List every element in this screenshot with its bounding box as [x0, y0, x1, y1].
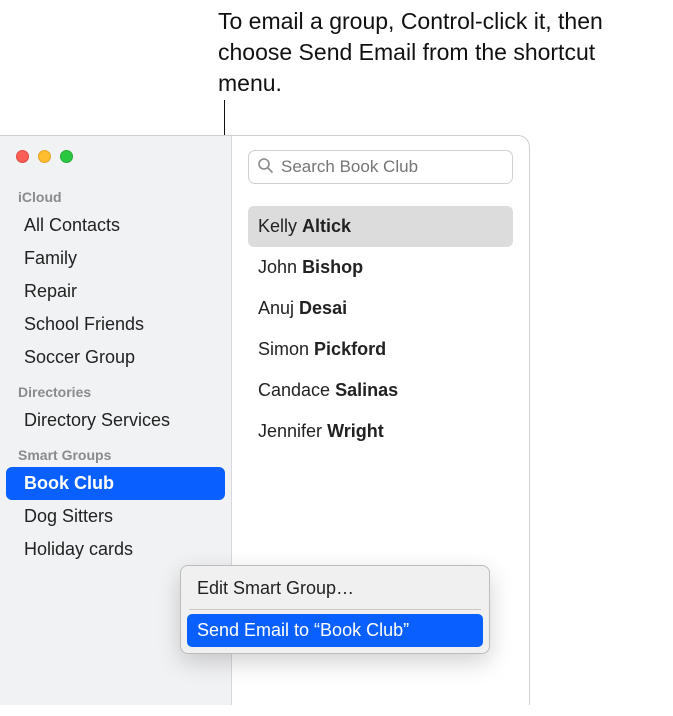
minimize-window-button[interactable] [38, 150, 51, 163]
sidebar-item-book-club[interactable]: Book Club [6, 467, 225, 500]
contact-row[interactable]: John Bishop [248, 247, 513, 288]
search-input[interactable] [279, 156, 504, 178]
menu-separator [189, 609, 481, 610]
contact-last: Wright [327, 421, 384, 441]
window-controls [0, 144, 231, 179]
contact-row[interactable]: Candace Salinas [248, 370, 513, 411]
help-caption: To email a group, Control-click it, then… [218, 6, 638, 99]
sidebar-section-smart-groups: Smart Groups [0, 437, 231, 467]
contact-row[interactable]: Simon Pickford [248, 329, 513, 370]
contact-last: Salinas [335, 380, 398, 400]
sidebar-section-icloud: iCloud [0, 179, 231, 209]
contact-first: Kelly [258, 216, 297, 236]
sidebar-item-family[interactable]: Family [6, 242, 225, 275]
sidebar-item-all-contacts[interactable]: All Contacts [6, 209, 225, 242]
contact-first: Jennifer [258, 421, 322, 441]
contact-last: Desai [299, 298, 347, 318]
contact-row[interactable]: Kelly Altick [248, 206, 513, 247]
search-field[interactable] [248, 150, 513, 184]
contact-row[interactable]: Anuj Desai [248, 288, 513, 329]
contact-last: Altick [302, 216, 351, 236]
menu-item-send-email[interactable]: Send Email to “Book Club” [187, 614, 483, 647]
menu-item-edit-smart-group[interactable]: Edit Smart Group… [187, 572, 483, 605]
contact-last: Pickford [314, 339, 386, 359]
contact-first: Candace [258, 380, 330, 400]
contact-first: John [258, 257, 297, 277]
sidebar-item-school-friends[interactable]: School Friends [6, 308, 225, 341]
sidebar-section-directories: Directories [0, 374, 231, 404]
contact-row[interactable]: Jennifer Wright [248, 411, 513, 452]
contact-last: Bishop [302, 257, 363, 277]
context-menu: Edit Smart Group… Send Email to “Book Cl… [180, 565, 490, 654]
sidebar-item-holiday-cards[interactable]: Holiday cards [6, 533, 225, 566]
sidebar-item-dog-sitters[interactable]: Dog Sitters [6, 500, 225, 533]
sidebar-item-repair[interactable]: Repair [6, 275, 225, 308]
search-icon [257, 157, 273, 178]
close-window-button[interactable] [16, 150, 29, 163]
contact-first: Anuj [258, 298, 294, 318]
zoom-window-button[interactable] [60, 150, 73, 163]
sidebar-item-soccer-group[interactable]: Soccer Group [6, 341, 225, 374]
sidebar-item-directory-services[interactable]: Directory Services [6, 404, 225, 437]
contact-first: Simon [258, 339, 309, 359]
